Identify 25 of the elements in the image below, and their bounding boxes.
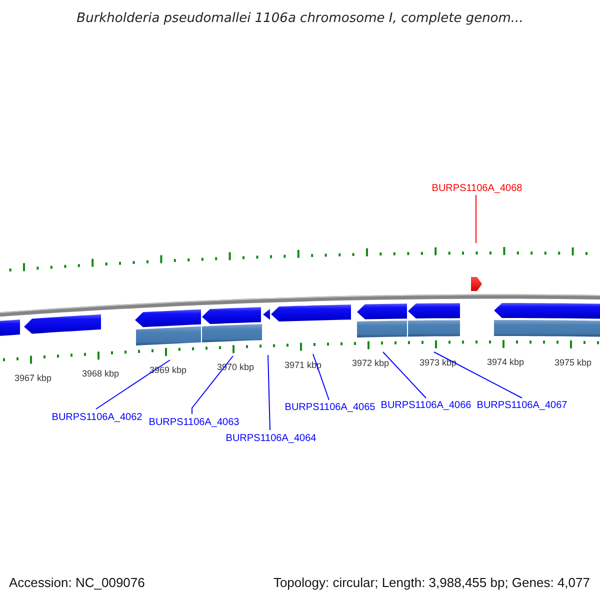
- accession-text: Accession: NC_009076: [9, 574, 145, 590]
- scale-label: 3973 kbp: [419, 357, 457, 368]
- gene-label: BURPS1106A_4062: [52, 412, 142, 423]
- gene-arrow: [0, 320, 20, 336]
- feature-bar: [136, 326, 201, 346]
- gene-arrow: [408, 303, 460, 318]
- gene-arrow: [202, 307, 261, 324]
- genome-summary: Topology: circular; Length: 3,988,455 bp; Genes: 4,077: [273, 574, 590, 590]
- gene-label: BURPS1106A_4065: [284, 402, 376, 413]
- map-title: Burkholderia pseudomallei 1106a chromosome I, complete genom...: [76, 10, 524, 26]
- gene-arrow: [135, 309, 201, 328]
- feature-bar: [357, 320, 407, 338]
- gene-label: BURPS1106A_4068: [432, 183, 522, 194]
- gene-label: BURPS1106A_4066: [380, 400, 472, 411]
- scale-label: 3972 kbp: [352, 358, 390, 368]
- scale-label: 3967 kbp: [14, 372, 52, 383]
- gene-arrow: [357, 304, 407, 320]
- scale-label: 3974 kbp: [486, 357, 524, 367]
- gene-label: BURPS1106A_4064: [226, 433, 316, 444]
- feature-bar: [202, 324, 262, 342]
- feature-bar: [408, 320, 460, 337]
- scale-label: 3968 kbp: [82, 368, 120, 379]
- gene-label: BURPS1106A_4067: [476, 400, 568, 411]
- scale-label: 3975 kbp: [554, 357, 592, 368]
- gene-label: BURPS1106A_4063: [148, 417, 240, 428]
